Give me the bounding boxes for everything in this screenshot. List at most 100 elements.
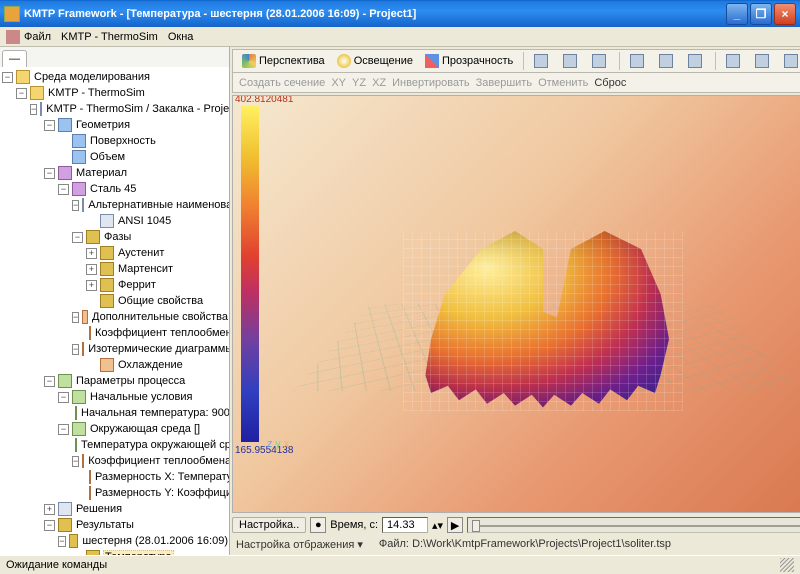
tree-solutions[interactable]: Решения (75, 503, 123, 515)
expand-icon[interactable]: + (44, 504, 55, 515)
expand-icon[interactable]: − (72, 312, 79, 323)
xz-button[interactable]: XZ (372, 77, 386, 89)
expand-icon[interactable]: − (30, 104, 37, 115)
expand-icon[interactable]: − (44, 168, 55, 179)
expand-icon[interactable]: − (72, 456, 79, 467)
tool-button[interactable] (587, 52, 614, 70)
lighting-button[interactable]: Освещение (332, 52, 418, 70)
tree-results[interactable]: Результаты (75, 519, 135, 531)
tree-dimx[interactable]: Размерность X: Температу (94, 471, 229, 483)
tree-altnames[interactable]: Альтернативные наименования (87, 199, 229, 211)
tree-steel[interactable]: Сталь 45 (89, 183, 137, 195)
tool-button[interactable] (558, 52, 585, 70)
expand-icon[interactable]: + (86, 248, 97, 259)
expand-icon[interactable]: − (72, 344, 79, 355)
tree-phases[interactable]: Фазы (103, 231, 132, 243)
time-spinner[interactable]: ▴▾ (432, 519, 443, 532)
tree[interactable]: −Среда моделирования −KMTP - ThermoSim −… (0, 67, 229, 555)
tree-project[interactable]: KMTP - ThermoSim / Закалка - Project1 (45, 103, 229, 115)
tree-procparam[interactable]: Параметры процесса (75, 375, 186, 387)
expand-icon[interactable]: − (16, 88, 27, 99)
restore-button[interactable]: ❐ (750, 3, 772, 25)
tool-icon (784, 54, 798, 68)
tool-icon (592, 54, 606, 68)
expand-icon[interactable]: − (44, 520, 55, 531)
tree-dimy[interactable]: Размерность Y: Коэффици (94, 487, 229, 499)
viewport-3d[interactable]: 402.8120481 165.9554138 z y x (232, 95, 800, 513)
tree-kmtp[interactable]: KMTP - ThermoSim (47, 87, 146, 99)
expand-icon[interactable]: + (86, 280, 97, 291)
view-toolbar-1: Перспектива Освещение Прозрачность (232, 49, 800, 73)
xy-button[interactable]: XY (331, 77, 346, 89)
minimize-button[interactable]: _ (726, 3, 748, 25)
expand-icon[interactable]: − (58, 184, 69, 195)
expand-icon[interactable]: − (2, 72, 13, 83)
time-slider[interactable] (467, 517, 800, 533)
tree-aust[interactable]: Аустенит (117, 247, 165, 259)
tool-button[interactable] (683, 52, 710, 70)
resize-grip[interactable] (780, 558, 794, 572)
expand-icon[interactable]: − (58, 392, 69, 403)
expand-icon[interactable]: − (44, 120, 55, 131)
cancel-button[interactable]: Отменить (538, 77, 588, 89)
menu-icon (6, 30, 20, 44)
expand-icon[interactable]: − (58, 424, 69, 435)
close-button[interactable]: × (774, 3, 796, 25)
tree-surface[interactable]: Поверхность (89, 135, 157, 147)
tree-tab[interactable]: — (2, 50, 27, 67)
tree-root[interactable]: Среда моделирования (33, 71, 151, 83)
tree-tabs: — (0, 47, 229, 67)
tool-button[interactable] (750, 52, 777, 70)
expand-icon[interactable]: − (72, 232, 83, 243)
tree-env[interactable]: Окружающая среда [] (89, 423, 201, 435)
menu-windows[interactable]: Окна (168, 31, 194, 43)
expand-icon[interactable]: − (72, 200, 79, 211)
play-button[interactable]: ▶ (447, 517, 463, 533)
tool-button[interactable] (779, 52, 800, 70)
transparency-button[interactable]: Прозрачность (420, 52, 518, 70)
create-section[interactable]: Создать сечение (239, 77, 325, 89)
curve-icon (89, 326, 91, 340)
tree-heatcoef[interactable]: Коэффициент теплообмена (94, 327, 229, 339)
tree-initcond[interactable]: Начальные условия (89, 391, 193, 403)
setup-button[interactable]: Настройка.. (232, 517, 306, 533)
tool-button[interactable] (625, 52, 652, 70)
tree-inittemp[interactable]: Начальная температура: 900 [г (80, 407, 229, 419)
tree-common[interactable]: Общие свойства (117, 295, 204, 307)
tree-ferr[interactable]: Феррит (117, 279, 157, 291)
gear-model (383, 191, 703, 471)
tool-icon (563, 54, 577, 68)
expand-icon[interactable]: − (44, 376, 55, 387)
tree-mart[interactable]: Мартенсит (117, 263, 174, 275)
tree-temperature[interactable]: Температура (103, 550, 174, 555)
tree-addprops[interactable]: Дополнительные свойства (91, 311, 229, 323)
perspective-button[interactable]: Перспектива (237, 52, 330, 70)
display-settings[interactable]: Настройка отбражения (236, 539, 354, 551)
yz-button[interactable]: YZ (352, 77, 366, 89)
finish-button[interactable]: Завершить (476, 77, 532, 89)
expand-icon[interactable]: + (86, 264, 97, 275)
geometry-icon (58, 118, 72, 132)
tool-button[interactable] (721, 52, 748, 70)
invert-button[interactable]: Инвертировать (392, 77, 469, 89)
record-button[interactable]: ● (310, 517, 326, 533)
tree-ansi[interactable]: ANSI 1045 (117, 215, 172, 227)
tool-button[interactable] (654, 52, 681, 70)
tree-volume[interactable]: Объем (89, 151, 126, 163)
tool-icon (726, 54, 740, 68)
app-icon (4, 6, 20, 22)
expand-icon[interactable]: − (58, 536, 66, 547)
tree-cooling[interactable]: Охлаждение (117, 359, 184, 371)
reset-button[interactable]: Сброс (594, 77, 626, 89)
tree-envtemp[interactable]: Температура окружающей сре (80, 439, 229, 451)
env-icon (72, 422, 86, 436)
tree-hcoef2[interactable]: Коэффициент теплообмена (87, 455, 229, 467)
menu-app[interactable]: KMTP - ThermoSim (61, 31, 158, 43)
menu-file[interactable]: Файл (24, 31, 51, 43)
tree-material[interactable]: Материал (75, 167, 128, 179)
tree-gear[interactable]: шестерня (28.01.2006 16:09) (81, 535, 229, 547)
tool-button[interactable] (529, 52, 556, 70)
tree-geom[interactable]: Геометрия (75, 119, 131, 131)
time-input[interactable] (382, 517, 428, 533)
tree-isodiag[interactable]: Изотермические диаграммы (87, 343, 229, 355)
